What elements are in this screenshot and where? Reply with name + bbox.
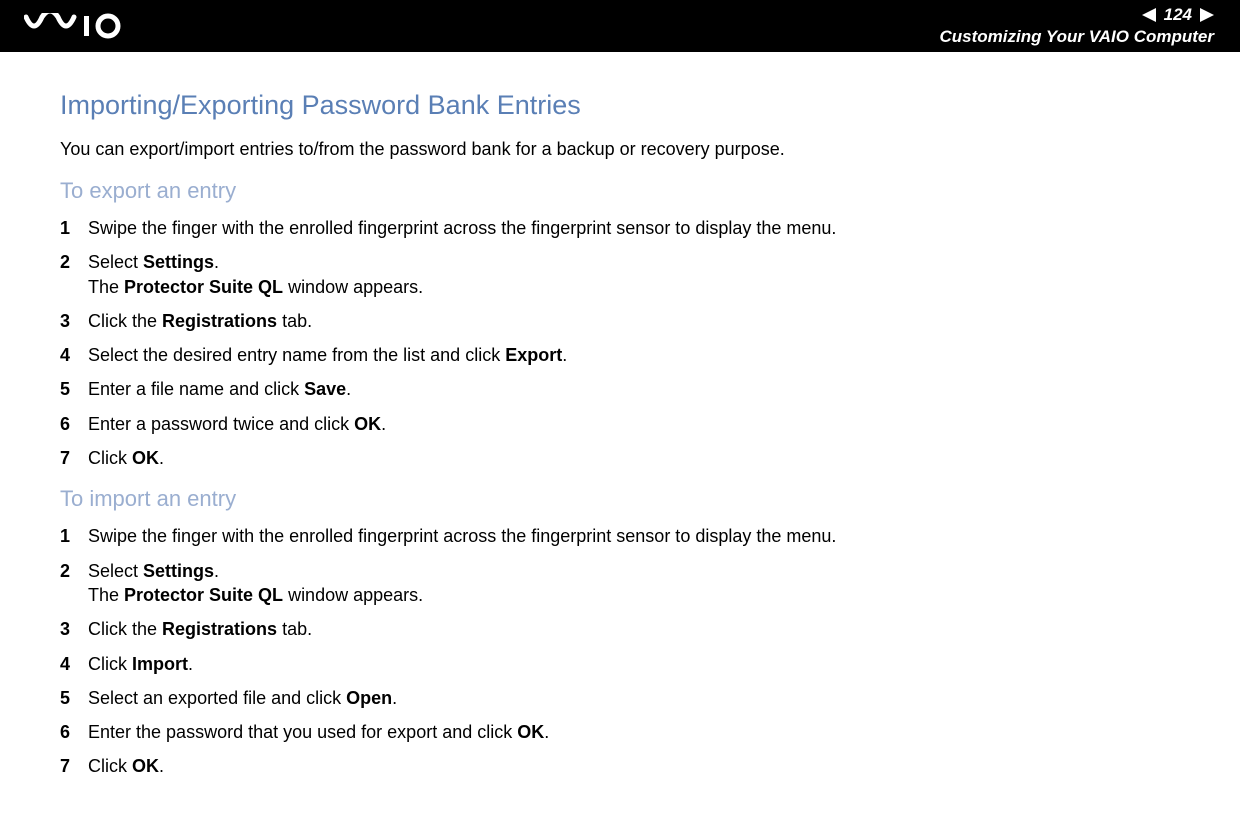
- step-item: 6Enter a password twice and click OK.: [60, 412, 1180, 436]
- step-text: Select Settings.The Protector Suite QL w…: [88, 250, 1180, 299]
- page-content: Importing/Exporting Password Bank Entrie…: [0, 52, 1240, 815]
- step-item: 7Click OK.: [60, 754, 1180, 778]
- step-item: 5Enter a file name and click Save.: [60, 377, 1180, 401]
- step-number: 5: [60, 686, 88, 710]
- step-number: 6: [60, 720, 88, 744]
- step-list: 1Swipe the finger with the enrolled fing…: [60, 216, 1180, 470]
- step-item: 3Click the Registrations tab.: [60, 309, 1180, 333]
- step-number: 5: [60, 377, 88, 401]
- step-number: 2: [60, 250, 88, 274]
- step-text: Select the desired entry name from the l…: [88, 343, 1180, 367]
- header-right: 124 Customizing Your VAIO Computer: [939, 5, 1220, 47]
- step-text: Swipe the finger with the enrolled finge…: [88, 524, 1180, 548]
- step-item: 7Click OK.: [60, 446, 1180, 470]
- page-nav: 124: [939, 5, 1214, 25]
- step-text: Select Settings.The Protector Suite QL w…: [88, 559, 1180, 608]
- step-list: 1Swipe the finger with the enrolled fing…: [60, 524, 1180, 778]
- step-item: 2Select Settings.The Protector Suite QL …: [60, 559, 1180, 608]
- step-text: Click the Registrations tab.: [88, 617, 1180, 641]
- step-item: 4Click Import.: [60, 652, 1180, 676]
- step-text: Select an exported file and click Open.: [88, 686, 1180, 710]
- step-text: Click OK.: [88, 754, 1180, 778]
- page-title: Importing/Exporting Password Bank Entrie…: [60, 90, 1180, 121]
- step-number: 3: [60, 617, 88, 641]
- step-text: Click the Registrations tab.: [88, 309, 1180, 333]
- step-number: 1: [60, 524, 88, 548]
- page-header: 124 Customizing Your VAIO Computer: [0, 0, 1240, 52]
- step-item: 1Swipe the finger with the enrolled fing…: [60, 524, 1180, 548]
- step-item: 5Select an exported file and click Open.: [60, 686, 1180, 710]
- step-item: 6Enter the password that you used for ex…: [60, 720, 1180, 744]
- step-item: 1Swipe the finger with the enrolled fing…: [60, 216, 1180, 240]
- step-text: Enter the password that you used for exp…: [88, 720, 1180, 744]
- step-number: 4: [60, 343, 88, 367]
- step-text: Click Import.: [88, 652, 1180, 676]
- step-item: 4Select the desired entry name from the …: [60, 343, 1180, 367]
- step-item: 2Select Settings.The Protector Suite QL …: [60, 250, 1180, 299]
- section-heading: To import an entry: [60, 486, 1180, 512]
- section-heading: To export an entry: [60, 178, 1180, 204]
- step-number: 7: [60, 446, 88, 470]
- vaio-logo: [24, 13, 134, 39]
- step-number: 2: [60, 559, 88, 583]
- step-item: 3Click the Registrations tab.: [60, 617, 1180, 641]
- nav-prev-icon[interactable]: [1142, 8, 1156, 22]
- step-number: 1: [60, 216, 88, 240]
- step-text: Enter a password twice and click OK.: [88, 412, 1180, 436]
- step-text: Click OK.: [88, 446, 1180, 470]
- nav-next-icon[interactable]: [1200, 8, 1214, 22]
- page-number: 124: [1164, 5, 1192, 25]
- step-number: 7: [60, 754, 88, 778]
- intro-text: You can export/import entries to/from th…: [60, 139, 1180, 160]
- step-number: 3: [60, 309, 88, 333]
- step-text: Swipe the finger with the enrolled finge…: [88, 216, 1180, 240]
- vaio-logo-svg: [24, 13, 134, 39]
- header-subtitle: Customizing Your VAIO Computer: [939, 27, 1214, 47]
- step-number: 6: [60, 412, 88, 436]
- step-number: 4: [60, 652, 88, 676]
- step-text: Enter a file name and click Save.: [88, 377, 1180, 401]
